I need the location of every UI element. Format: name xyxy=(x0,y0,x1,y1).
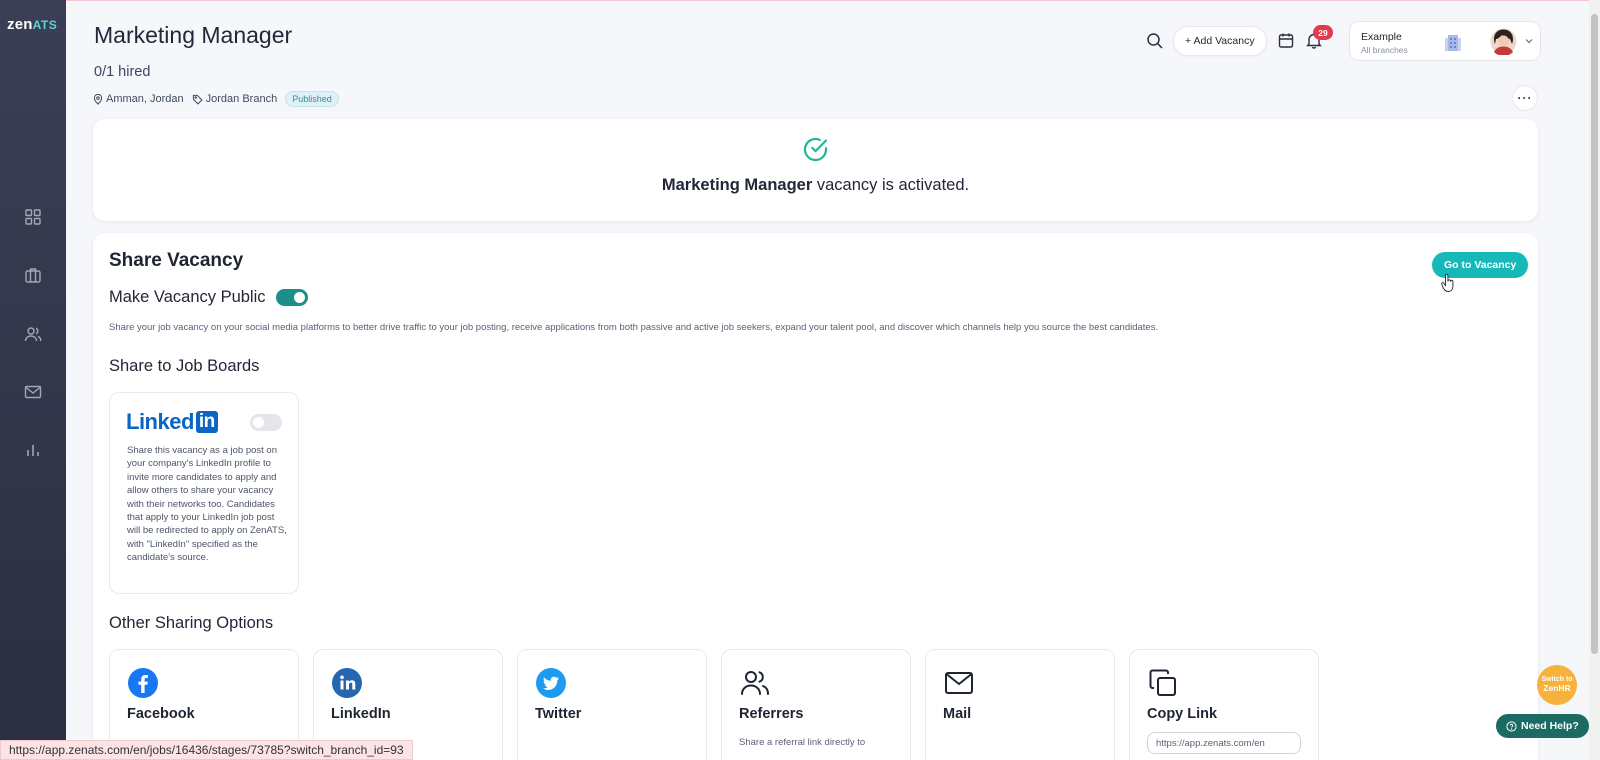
share-option-description: Share a referral link directly to xyxy=(739,737,866,748)
mail-icon[interactable] xyxy=(23,382,43,402)
copy-link-input[interactable]: https://app.zenats.com/en xyxy=(1147,732,1301,754)
building-icon xyxy=(1445,35,1461,51)
share-option-mail[interactable]: Mail xyxy=(925,649,1115,760)
location-pin-icon xyxy=(93,93,103,105)
activation-vacancy-name: Marketing Manager xyxy=(661,176,813,194)
linkedin-description: Share this vacancy as a job post on your… xyxy=(127,445,287,564)
make-public-label: Make Vacancy Public xyxy=(109,288,266,306)
users-icon[interactable] xyxy=(23,324,43,344)
make-public-toggle[interactable] xyxy=(275,289,308,306)
status-badge: Published xyxy=(285,91,339,107)
activation-card: Marketing Manager vacancy is activated. xyxy=(93,119,1538,221)
logo-sub-text: ATS xyxy=(32,18,58,32)
share-option-label: Mail xyxy=(943,706,972,722)
need-help-button[interactable]: Need Help? xyxy=(1496,714,1589,738)
logo-main-text: zen xyxy=(7,16,33,33)
share-option-label: Twitter xyxy=(535,706,582,722)
company-switcher[interactable]: Example All branches xyxy=(1349,21,1541,61)
facebook-icon xyxy=(128,668,158,698)
more-options-button[interactable]: ··· xyxy=(1512,85,1538,111)
location-meta: Amman, Jordan xyxy=(93,93,184,105)
share-option-label: Referrers xyxy=(739,706,804,722)
page-title: Marketing Manager xyxy=(94,22,293,48)
company-name: Example xyxy=(1361,31,1402,43)
need-help-label: Need Help? xyxy=(1521,720,1579,732)
activation-message: Marketing Manager vacancy is activated. xyxy=(93,176,1538,195)
company-branches: All branches xyxy=(1361,45,1408,55)
sidebar: zenATS xyxy=(0,0,66,760)
chevron-down-icon[interactable] xyxy=(1525,38,1533,44)
make-public-row: Make Vacancy Public xyxy=(109,288,308,307)
share-vacancy-card: Share Vacancy Go to Vacancy Make Vacancy… xyxy=(93,233,1538,760)
twitter-icon xyxy=(536,668,566,698)
hand-cursor-icon xyxy=(1441,273,1454,292)
other-sharing-title: Other Sharing Options xyxy=(109,614,274,632)
linkedin-job-board-card: Linked in Share this vacancy as a job pos… xyxy=(109,392,299,594)
add-vacancy-button[interactable]: + Add Vacancy xyxy=(1173,26,1267,56)
notification-count-badge: 29 xyxy=(1313,25,1333,40)
calendar-icon[interactable] xyxy=(1278,32,1294,49)
scrollbar-thumb[interactable] xyxy=(1591,14,1598,654)
hired-count: 0/1 hired xyxy=(94,64,151,80)
location-text: Amman, Jordan xyxy=(106,93,184,105)
switch-label-line2: ZenHR xyxy=(1543,683,1571,693)
linkedin-logo: Linked in xyxy=(126,409,218,435)
job-boards-title: Share to Job Boards xyxy=(109,357,260,375)
share-option-label: LinkedIn xyxy=(331,706,391,722)
branch-meta: Jordan Branch xyxy=(192,93,278,105)
share-option-label: Copy Link xyxy=(1147,706,1218,722)
avatar[interactable] xyxy=(1490,28,1517,55)
switch-to-zenhr-button[interactable]: Switch to ZenHR xyxy=(1537,665,1577,705)
check-circle-icon xyxy=(803,137,828,162)
linkedin-job-post-toggle[interactable] xyxy=(250,414,282,431)
share-description: Share your job vacancy on your social me… xyxy=(109,322,1159,333)
dashboard-grid-icon[interactable] xyxy=(23,207,43,227)
copy-icon xyxy=(1149,669,1176,696)
linkedin-logo-in: in xyxy=(195,411,218,433)
briefcase-icon[interactable] xyxy=(23,265,43,285)
status-bar-url: https://app.zenats.com/en/jobs/16436/sta… xyxy=(0,740,413,760)
app-logo[interactable]: zenATS xyxy=(7,16,57,33)
linkedin-icon xyxy=(332,668,362,698)
share-option-referrers[interactable]: Referrers Share a referral link directly… xyxy=(721,649,911,760)
vacancy-meta: Amman, Jordan Jordan Branch Published xyxy=(93,91,339,107)
search-icon[interactable] xyxy=(1146,32,1164,50)
page-scrollbar[interactable] xyxy=(1589,0,1600,760)
tag-icon xyxy=(192,94,203,105)
share-option-copy-link[interactable]: Copy Link https://app.zenats.com/en xyxy=(1129,649,1319,760)
main-content: Marketing Manager 0/1 hired Amman, Jorda… xyxy=(66,0,1586,760)
users-icon xyxy=(741,671,769,695)
help-circle-icon xyxy=(1506,720,1517,732)
mail-icon xyxy=(945,672,973,694)
bar-chart-icon[interactable] xyxy=(23,440,43,460)
activation-text: vacancy is activated. xyxy=(812,176,970,194)
share-option-label: Facebook xyxy=(127,706,195,722)
share-vacancy-title: Share Vacancy xyxy=(109,250,244,271)
linkedin-logo-word: Linked xyxy=(126,409,194,434)
switch-label-line1: Switch to xyxy=(1541,676,1573,683)
branch-text: Jordan Branch xyxy=(205,93,278,105)
share-option-twitter[interactable]: Twitter xyxy=(517,649,707,760)
